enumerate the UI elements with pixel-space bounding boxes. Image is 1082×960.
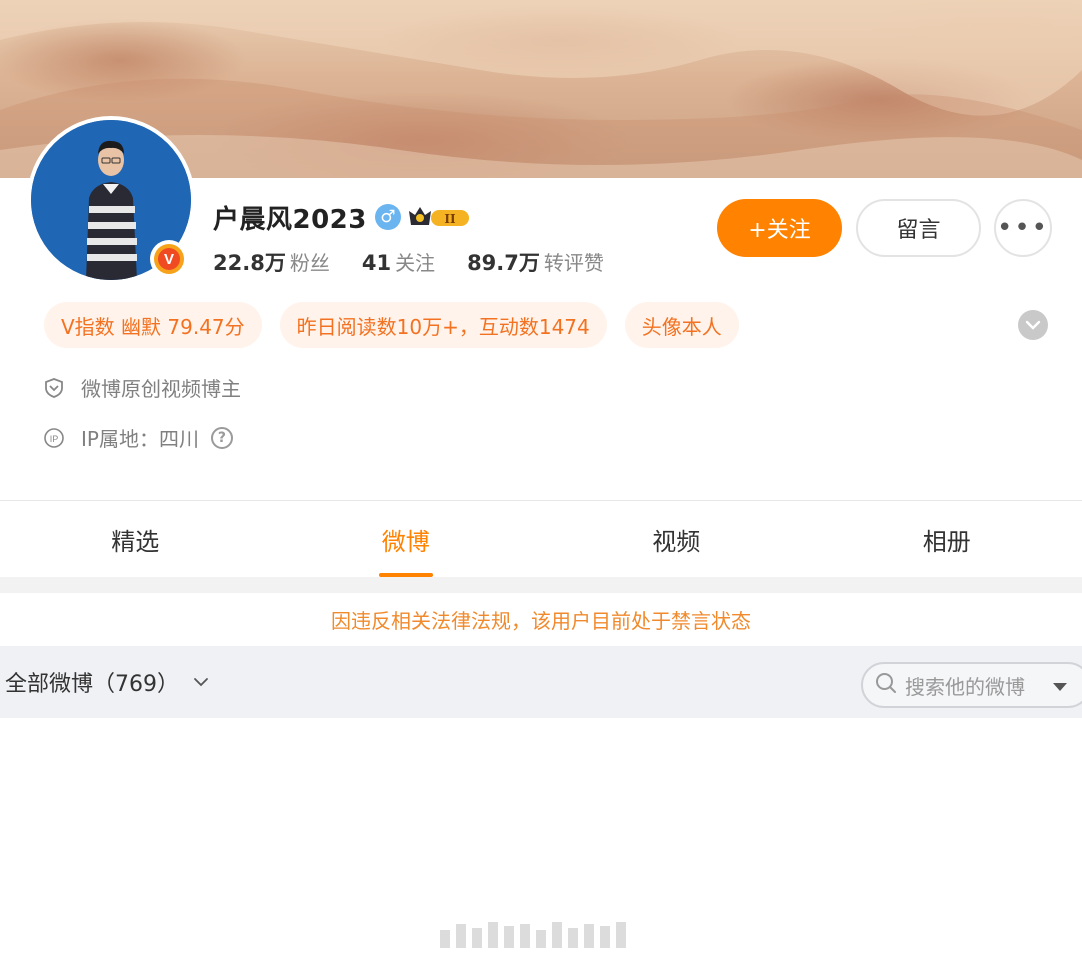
stat-value: 41 bbox=[361, 251, 392, 275]
search-placeholder: 搜索他的微博 bbox=[905, 674, 1025, 699]
stat-label: 关注 bbox=[395, 251, 436, 275]
profile-tags: V指数 幽默 79.47分 昨日阅读数10万+，互动数1474 头像本人 bbox=[44, 302, 757, 348]
help-icon[interactable]: ? bbox=[210, 426, 233, 449]
vip-level-icon[interactable]: II bbox=[407, 204, 471, 230]
caret-down-icon bbox=[1053, 677, 1067, 696]
svg-text:IP: IP bbox=[50, 434, 59, 444]
tab-featured[interactable]: 精选 bbox=[0, 501, 271, 577]
stat-value: 89.7万 bbox=[467, 251, 540, 275]
chevron-down-icon bbox=[193, 677, 209, 687]
stat-following[interactable]: 41 关注 bbox=[362, 247, 435, 276]
profile-tabs: 精选 微博 视频 相册 bbox=[0, 501, 1082, 577]
male-icon: ♂ bbox=[374, 204, 401, 230]
tag-v-index[interactable]: V指数 幽默 79.47分 bbox=[44, 302, 262, 348]
svg-text:II: II bbox=[444, 212, 456, 226]
stat-label: 转评赞 bbox=[543, 251, 604, 275]
more-icon: ••• bbox=[996, 213, 1049, 243]
verified-badge-icon: V bbox=[150, 240, 188, 278]
search-icon bbox=[875, 672, 897, 698]
follow-button[interactable]: +关注 bbox=[717, 199, 842, 257]
filter-bar: 全部微博（769） 搜索他的微博 bbox=[0, 646, 1082, 718]
ip-location-icon: IP bbox=[44, 427, 64, 448]
expand-chevron-icon[interactable] bbox=[1018, 310, 1048, 340]
ban-notice: 因违反相关法律法规，该用户目前处于禁言状态 bbox=[0, 593, 1082, 646]
tag-avatar-real[interactable]: 头像本人 bbox=[624, 302, 739, 348]
shield-icon bbox=[44, 377, 64, 398]
creator-info: 微博原创视频博主 bbox=[44, 373, 241, 402]
loading-placeholder-icon bbox=[440, 922, 632, 948]
tab-video[interactable]: 视频 bbox=[541, 501, 812, 577]
ip-location-label: IP属地：四川 bbox=[81, 427, 199, 451]
profile-stats: 22.8万 粉丝 41 关注 89.7万 转评赞 bbox=[213, 247, 636, 277]
ip-info: IP IP属地：四川 ? bbox=[44, 423, 233, 452]
post-filter-label: 全部微博（769） bbox=[5, 672, 179, 697]
stat-fans[interactable]: 22.8万 粉丝 bbox=[213, 247, 330, 277]
user-name: 户晨风2023 bbox=[213, 204, 367, 235]
creator-label: 微博原创视频博主 bbox=[81, 377, 241, 401]
section-separator bbox=[0, 577, 1082, 593]
stat-value: 22.8万 bbox=[213, 251, 286, 275]
tab-album[interactable]: 相册 bbox=[812, 501, 1082, 577]
search-input[interactable]: 搜索他的微博 bbox=[861, 662, 1082, 708]
tag-reading-stats[interactable]: 昨日阅读数10万+，互动数1474 bbox=[279, 302, 607, 348]
stat-engagement[interactable]: 89.7万 转评赞 bbox=[467, 247, 604, 277]
more-options-button[interactable]: ••• bbox=[994, 199, 1052, 257]
tab-weibo[interactable]: 微博 bbox=[271, 501, 542, 577]
message-button[interactable]: 留言 bbox=[856, 199, 981, 257]
stat-label: 粉丝 bbox=[289, 251, 330, 275]
post-filter-dropdown[interactable]: 全部微博（769） bbox=[5, 666, 209, 698]
